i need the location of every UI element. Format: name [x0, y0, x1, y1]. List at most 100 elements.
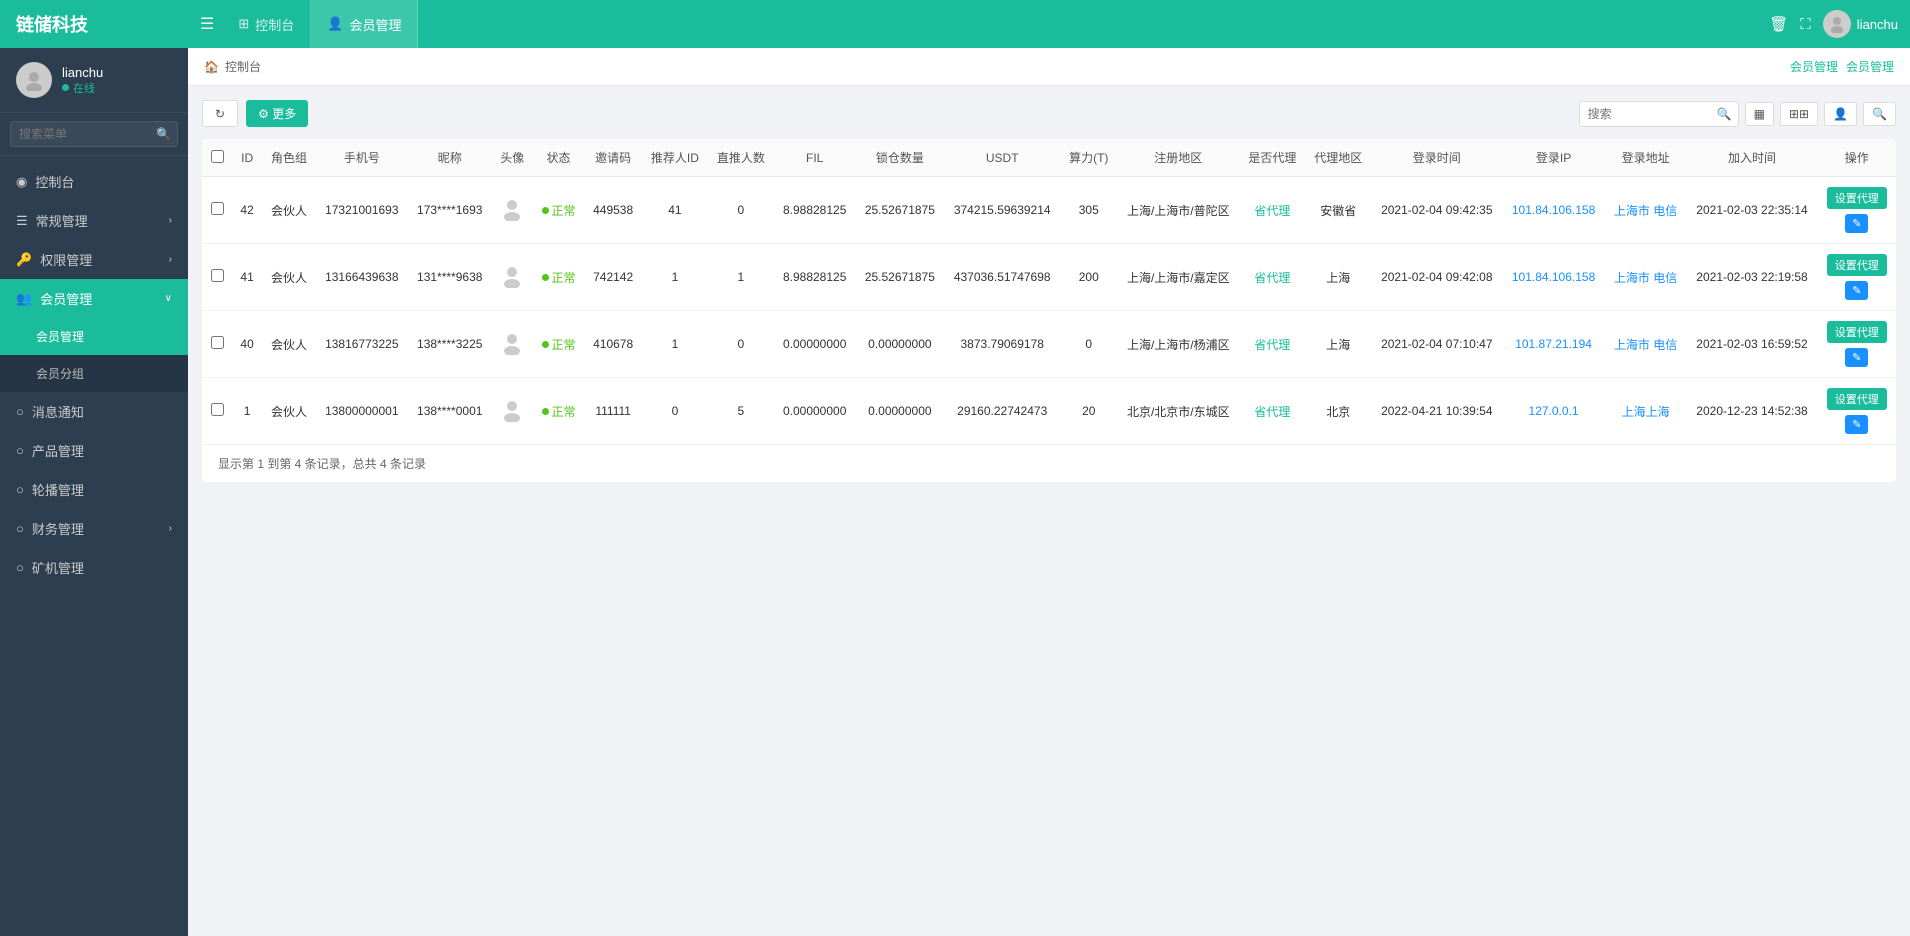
row-checkbox[interactable] [211, 202, 224, 215]
cell-checkbox [202, 244, 232, 311]
fullscreen-icon[interactable]: ⛶ [1800, 16, 1811, 33]
breadcrumb-bar: 🏠 控制台 会员管理 会员管理 [188, 48, 1910, 86]
edit-button[interactable]: ✎ [1845, 415, 1868, 434]
tab-label: 控制台 [255, 15, 294, 34]
breadcrumb: 🏠 控制台 [204, 58, 261, 75]
trash-icon[interactable]: 🗑 [1769, 15, 1788, 33]
sidebar-item-miner[interactable]: ○ 矿机管理 [0, 548, 188, 587]
sidebar-item-finance[interactable]: ○ 财务管理 › [0, 509, 188, 548]
toolbar: ↻ ⚙ 更多 🔍 ▦ ⊞⊞ 👤 🔍 [202, 100, 1896, 127]
tab-member[interactable]: 👤 会员管理 [311, 0, 418, 48]
username-label: lianchu [62, 65, 103, 80]
cell-avatar [492, 311, 533, 378]
location-link[interactable]: 上海市 电信 [1614, 204, 1677, 218]
view-user-button[interactable]: 👤 [1824, 102, 1857, 126]
edit-button[interactable]: ✎ [1845, 214, 1868, 233]
cell-referrer-id: 41 [642, 177, 708, 244]
col-role: 角色组 [262, 139, 316, 177]
col-login-address: 登录地址 [1605, 139, 1687, 177]
breadcrumb-right-link2[interactable]: 会员管理 [1846, 58, 1894, 75]
member-tab-icon: 👤 [327, 16, 343, 32]
sidebar-item-member-group[interactable]: 会员分组 [0, 355, 188, 392]
table-row: 42 会伙人 17321001693 173****1693 正常 449538… [202, 177, 1896, 244]
sidebar-item-label: 产品管理 [32, 441, 84, 460]
col-invite-code: 邀请码 [584, 139, 642, 177]
cell-power: 20 [1060, 378, 1117, 445]
cell-join-time: 2021-02-03 16:59:52 [1686, 311, 1817, 378]
col-login-ip: 登录IP [1502, 139, 1604, 177]
edit-button[interactable]: ✎ [1845, 281, 1868, 300]
edit-button[interactable]: ✎ [1845, 348, 1868, 367]
agent-link[interactable]: 省代理 [1254, 338, 1290, 352]
search-menu-input[interactable] [10, 121, 178, 147]
sidebar-item-product[interactable]: ○ 产品管理 [0, 431, 188, 470]
sidebar-item-label: 消息通知 [32, 402, 84, 421]
cell-usdt: 437036.51747698 [944, 244, 1060, 311]
avatar [16, 62, 52, 98]
hamburger-icon[interactable]: ☰ [200, 14, 214, 34]
view-grid-button[interactable]: ▦ [1745, 102, 1774, 126]
topbar-username: lianchu [1857, 17, 1898, 32]
cell-lock-amount: 25.52671875 [856, 244, 945, 311]
cell-invite-code: 410678 [584, 311, 642, 378]
tab-dashboard[interactable]: ⊞ 控制台 [222, 0, 311, 48]
set-agent-button[interactable]: 设置代理 [1827, 388, 1887, 410]
select-all-checkbox[interactable] [211, 150, 224, 163]
cell-referrer-id: 1 [642, 311, 708, 378]
cell-role: 会伙人 [262, 177, 316, 244]
set-agent-button[interactable]: 设置代理 [1827, 187, 1887, 209]
more-button[interactable]: ⚙ 更多 [246, 100, 308, 127]
sidebar-item-permission[interactable]: 🔑 权限管理 › [0, 240, 188, 279]
ip-link[interactable]: 101.84.106.158 [1512, 270, 1595, 284]
sidebar-item-dashboard[interactable]: ◉ 控制台 [0, 162, 188, 201]
cell-status: 正常 [533, 378, 584, 445]
cell-phone: 13800000001 [316, 378, 408, 445]
ip-link[interactable]: 127.0.0.1 [1529, 404, 1579, 418]
topbar-avatar [1823, 10, 1851, 38]
location-link[interactable]: 上海市 电信 [1614, 338, 1677, 352]
user-status: 在线 [62, 80, 103, 96]
home-icon: 🏠 [204, 60, 219, 74]
agent-link[interactable]: 省代理 [1254, 405, 1290, 419]
col-referrer-id: 推荐人ID [642, 139, 708, 177]
location-link[interactable]: 上海市 电信 [1614, 271, 1677, 285]
cell-referrer-id: 1 [642, 244, 708, 311]
ip-link[interactable]: 101.84.106.158 [1512, 203, 1595, 217]
agent-link[interactable]: 省代理 [1254, 271, 1290, 285]
search-input[interactable] [1579, 101, 1739, 127]
breadcrumb-right-link1[interactable]: 会员管理 [1790, 58, 1838, 75]
search-icon: 🔍 [1717, 107, 1732, 121]
toolbar-right: 🔍 ▦ ⊞⊞ 👤 🔍 [1579, 101, 1896, 127]
cell-invite-code: 449538 [584, 177, 642, 244]
col-direct-count: 直推人数 [708, 139, 774, 177]
cell-login-address: 上海市 电信 [1605, 311, 1687, 378]
location-link[interactable]: 上海上海 [1622, 405, 1670, 419]
cell-phone: 13166439638 [316, 244, 408, 311]
cell-register-region: 上海/上海市/杨浦区 [1117, 311, 1239, 378]
cell-login-time: 2021-02-04 09:42:08 [1371, 244, 1502, 311]
search-button[interactable]: 🔍 [1863, 102, 1896, 126]
sidebar-item-member-mgmt[interactable]: 👥 会员管理 ∨ [0, 279, 188, 318]
refresh-button[interactable]: ↻ [202, 100, 238, 127]
agent-link[interactable]: 省代理 [1254, 204, 1290, 218]
cell-avatar [492, 177, 533, 244]
sidebar-item-common[interactable]: ☰ 常规管理 › [0, 201, 188, 240]
view-columns-button[interactable]: ⊞⊞ [1780, 102, 1818, 126]
topbar-user[interactable]: lianchu [1823, 10, 1898, 38]
cell-status: 正常 [533, 311, 584, 378]
sidebar-item-message[interactable]: ○ 消息通知 [0, 392, 188, 431]
cell-login-address: 上海上海 [1605, 378, 1687, 445]
tab-label: 会员管理 [349, 15, 401, 34]
row-checkbox[interactable] [211, 403, 224, 416]
ip-link[interactable]: 101.87.21.194 [1515, 337, 1592, 351]
sidebar-item-label: 会员管理 [40, 289, 92, 308]
chevron-right-icon: › [169, 523, 172, 534]
row-checkbox[interactable] [211, 269, 224, 282]
set-agent-button[interactable]: 设置代理 [1827, 321, 1887, 343]
sidebar-item-member-list[interactable]: 会员管理 [0, 318, 188, 355]
row-checkbox[interactable] [211, 336, 224, 349]
sidebar-item-carousel[interactable]: ○ 轮播管理 [0, 470, 188, 509]
col-fil: FIL [774, 139, 856, 177]
product-icon: ○ [16, 443, 24, 458]
set-agent-button[interactable]: 设置代理 [1827, 254, 1887, 276]
